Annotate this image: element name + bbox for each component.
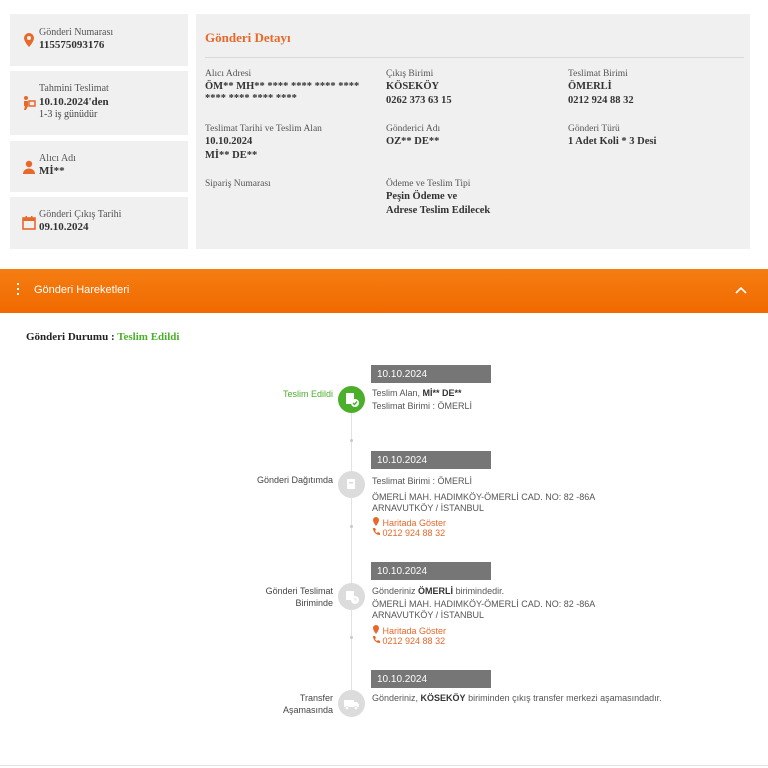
tracking-number-value: 115575093176	[39, 39, 105, 51]
estimated-delivery-label: Tahmini Teslimat	[39, 83, 109, 94]
sender-label: Gönderici Adı	[386, 124, 441, 134]
step-date: 10.10.2024	[371, 451, 491, 469]
delivery-unit-label: Teslimat Birimi	[568, 69, 628, 79]
step-text: Gönderiniz, KÖSEKÖY biriminden çıkış tra…	[372, 693, 662, 703]
step-date: 10.10.2024	[371, 365, 491, 383]
delivery-date-field: Teslimat Tarihi ve Teslim Alan 10.10.202…	[205, 124, 322, 162]
receiver-address-field: Alıcı Adresi ÖM** MH** **** **** **** **…	[205, 69, 373, 105]
delivered-check-icon	[338, 386, 365, 413]
phone-link[interactable]: 0212 924 88 32	[372, 528, 445, 539]
step-text: Gönderiniz ÖMERLİ birimindedir.	[372, 586, 505, 596]
recipient-label: Alıcı Adı	[39, 153, 76, 164]
estimated-delivery-sub: 1-3 iş günüdür	[39, 109, 98, 120]
step-label: Transfer Aşamasında	[282, 693, 333, 715]
timeline-line	[351, 412, 352, 712]
map-pin-icon	[373, 517, 379, 526]
step-text: Teslimat Birimi : ÖMERLİ	[372, 401, 473, 411]
truck-icon	[338, 690, 365, 717]
step-label: Teslim Edildi	[282, 389, 333, 399]
status-label: Gönderi Durumu :	[26, 331, 115, 343]
timeline-dot	[350, 525, 353, 528]
delivery-unit-value: ÖMERLİ	[568, 81, 612, 92]
sender-field: Gönderici Adı OZ** DE**	[386, 124, 440, 148]
recipient-value: Mİ**	[39, 165, 65, 177]
chevron-up-icon[interactable]	[734, 283, 748, 297]
map-pin-icon	[373, 625, 379, 634]
step-label: Gönderi Teslimat Biriminde	[265, 586, 333, 608]
footer-divider	[0, 765, 768, 766]
ship-date-card: Gönderi Çıkış Tarihi 09.10.2024	[10, 197, 188, 249]
movements-title: Gönderi Hareketleri	[34, 284, 130, 296]
tracking-number-label: Gönderi Numarası	[39, 27, 114, 38]
origin-unit-field: Çıkış Birimi KÖSEKÖY 0262 373 63 15	[386, 69, 452, 107]
detail-title: Gönderi Detayı	[205, 30, 291, 45]
step-text: Teslimat Birimi : ÖMERLİ	[372, 476, 473, 486]
receiver-address-label: Alıcı Adresi	[205, 69, 252, 79]
shipment-type-label: Gönderi Türü	[568, 124, 620, 134]
delivery-unit-phone: 0212 924 88 32	[568, 95, 634, 106]
location-pin-icon	[24, 33, 34, 47]
step-text: ARNAVUTKÖY / İSTANBUL	[372, 503, 485, 513]
origin-unit-value: KÖSEKÖY	[386, 81, 440, 92]
package-out-icon	[338, 471, 365, 498]
step-text: Teslim Alan, Mİ** DE**	[372, 388, 462, 398]
step-date: 10.10.2024	[371, 562, 491, 580]
timeline-dot	[350, 636, 353, 639]
estimated-delivery-value: 10.10.2024'den	[39, 96, 109, 108]
delivery-date-value: 10.10.2024	[205, 136, 253, 147]
phone-icon	[373, 636, 380, 643]
shipment-movements-header[interactable]: Gönderi Hareketleri	[0, 269, 768, 313]
phone-icon	[373, 528, 380, 535]
shipment-type-value: 1 Adet Koli * 3 Desi	[568, 136, 657, 147]
receiver-address-value: ÖM** MH** **** **** **** **** **** **** …	[205, 81, 360, 104]
package-unit-icon	[338, 583, 365, 610]
step-label: Gönderi Dağıtımda	[256, 475, 333, 485]
calendar-icon	[22, 216, 36, 230]
order-number-field: Sipariş Numarası	[205, 179, 271, 191]
tracking-number-card: Gönderi Numarası 115575093176	[10, 14, 188, 66]
recipient-card: Alıcı Adı Mİ**	[10, 141, 188, 192]
order-number-label: Sipariş Numarası	[205, 179, 271, 189]
ship-date-value: 09.10.2024	[39, 221, 89, 233]
shipment-detail-panel: Gönderi Detayı Alıcı Adresi ÖM** MH** **…	[196, 14, 750, 249]
shipment-status: Gönderi Durumu : Teslim Edildi	[26, 331, 179, 343]
sender-value: OZ** DE**	[386, 136, 440, 147]
ship-date-label: Gönderi Çıkış Tarihi	[39, 209, 122, 220]
estimated-delivery-card: Tahmini Teslimat 10.10.2024'den 1-3 iş g…	[10, 71, 188, 135]
delivery-person-icon	[24, 96, 36, 110]
step-date: 10.10.2024	[371, 670, 491, 688]
more-vertical-icon	[17, 283, 20, 298]
delivery-receiver-value: Mİ** DE**	[205, 150, 258, 161]
payment-type-value-2: Adrese Teslim Edilecek	[386, 205, 491, 216]
timeline-dot	[350, 439, 353, 442]
payment-type-label: Ödeme ve Teslim Tipi	[386, 179, 471, 189]
status-value: Teslim Edildi	[117, 331, 180, 343]
step-text: ARNAVUTKÖY / İSTANBUL	[372, 610, 485, 620]
phone-link[interactable]: 0212 924 88 32	[372, 636, 445, 647]
delivery-unit-field: Teslimat Birimi ÖMERLİ 0212 924 88 32	[568, 69, 634, 107]
shipment-type-field: Gönderi Türü 1 Adet Koli * 3 Desi	[568, 124, 656, 148]
user-icon	[23, 160, 35, 174]
payment-type-value-1: Peşin Ödeme ve	[386, 191, 458, 202]
delivery-date-label: Teslimat Tarihi ve Teslim Alan	[205, 124, 322, 134]
origin-unit-phone: 0262 373 63 15	[386, 95, 452, 106]
payment-type-field: Ödeme ve Teslim Tipi Peşin Ödeme ve Adre…	[386, 179, 490, 217]
detail-divider	[205, 57, 744, 58]
origin-unit-label: Çıkış Birimi	[386, 69, 434, 79]
